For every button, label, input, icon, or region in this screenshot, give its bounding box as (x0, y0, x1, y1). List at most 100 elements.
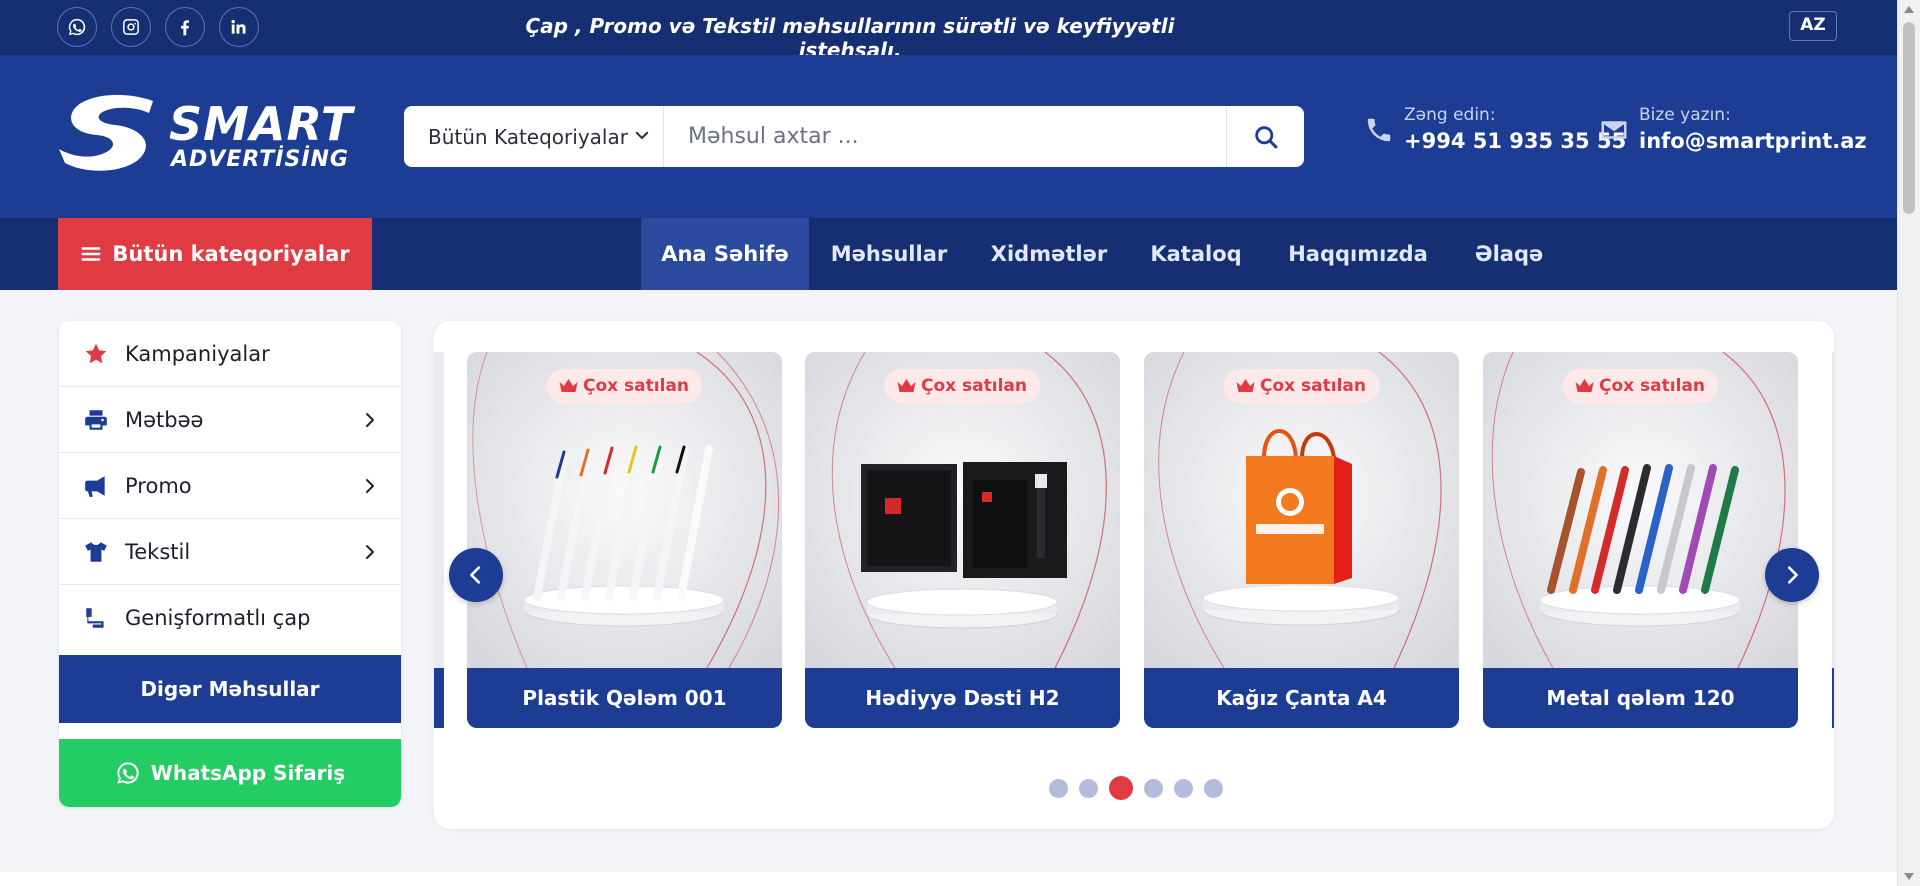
bestseller-badge: Çox satılan (1562, 369, 1719, 403)
facebook-link[interactable] (165, 7, 205, 47)
product-name[interactable]: Kağız Çanta A4 (1144, 668, 1459, 728)
product-card[interactable]: Çox satılan Plastik Qələm 001 (467, 352, 782, 728)
chevron-right-icon (366, 478, 374, 493)
search-category-select[interactable]: Bütün Kateqoriyalar (404, 106, 664, 167)
phone-icon (1367, 118, 1391, 142)
top-bar: Çap , Promo və Tekstil məhsullarının sür… (0, 0, 1897, 62)
search-bar: Bütün Kateqoriyalar (404, 106, 1304, 167)
bestseller-badge: Çox satılan (1223, 369, 1380, 403)
whatsapp-icon (68, 18, 86, 36)
search-category-label: Bütün Kateqoriyalar (428, 124, 628, 149)
sidebar-item-label: Kampaniyalar (125, 341, 270, 366)
chevron-right-icon (366, 412, 374, 427)
linkedin-link[interactable] (219, 7, 259, 47)
hamburger-menu-icon (81, 247, 101, 261)
nav-link-about[interactable]: Haqqımızda (1263, 218, 1453, 290)
megaphone-icon (85, 475, 105, 497)
carousel-dot[interactable] (1174, 778, 1193, 798)
logo-subtitle: ADVERTİSİNG (171, 147, 349, 172)
tshirt-icon (85, 541, 107, 562)
logo-s-mark-icon (59, 94, 153, 171)
search-button[interactable] (1226, 106, 1304, 167)
carousel-pagination (1049, 776, 1223, 800)
sidebar-item-campaigns[interactable]: Kampaniyalar (59, 321, 401, 387)
crown-icon (1575, 379, 1594, 392)
main-nav: Bütün kateqoriyalar Ana Səhifə Məhsullar… (0, 218, 1897, 290)
crown-icon (1236, 379, 1255, 392)
vertical-scrollbar[interactable] (1897, 0, 1920, 886)
instagram-icon (123, 19, 139, 35)
sidebar-item-label: Mətbəə (125, 407, 204, 432)
carousel-prev-button[interactable] (449, 548, 503, 602)
nav-link-services[interactable]: Xidmətlər (969, 218, 1129, 290)
sidebar-item-label: Promo (125, 473, 192, 498)
nav-link-catalog[interactable]: Kataloq (1129, 218, 1263, 290)
whatsapp-link[interactable] (57, 7, 97, 47)
facebook-icon (181, 20, 189, 36)
star-icon (85, 343, 107, 363)
carousel-dot[interactable] (1204, 778, 1223, 798)
nav-link-products[interactable]: Məhsullar (809, 218, 969, 290)
scroll-up-arrow[interactable] (1904, 6, 1914, 13)
bestseller-badge: Çox satılan (884, 369, 1041, 403)
nav-link-contact[interactable]: Əlaqə (1453, 218, 1565, 290)
product-card[interactable]: Çox satılan Kağız Çanta A4 (1144, 352, 1459, 728)
carousel-next-button[interactable] (1765, 548, 1819, 602)
sidebar-item-label: Tekstil (125, 539, 191, 564)
bestseller-carousel: Çox satılan Plastik Qələm 001 Çox satıla… (434, 321, 1834, 829)
product-card[interactable]: Çox satılan Metal qələm 120 (1483, 352, 1798, 728)
phone-label: Zəng edin: (1404, 105, 1496, 125)
sidebar-item-promo[interactable]: Promo (59, 453, 401, 519)
nav-link-home[interactable]: Ana Səhifə (641, 218, 809, 290)
sidebar-item-textile[interactable]: Tekstil (59, 519, 401, 585)
logo[interactable]: SMART ADVERTİSİNG (57, 93, 352, 183)
chevron-right-icon (1787, 566, 1798, 584)
carousel-dot[interactable] (1049, 778, 1068, 798)
bestseller-badge: Çox satılan (546, 369, 703, 403)
bestseller-badge-label: Çox satılan (1260, 376, 1366, 396)
sidebar-item-label: Genişformatlı çap (125, 606, 311, 630)
carousel-edge-card (1832, 352, 1834, 728)
scroll-down-arrow[interactable] (1904, 873, 1914, 880)
carousel-edge-card (434, 352, 444, 728)
crown-icon (897, 379, 916, 392)
scrollbar-thumb[interactable] (1903, 22, 1915, 214)
chevron-left-icon (470, 566, 481, 584)
whatsapp-order-button[interactable]: WhatsApp Sifariş (59, 739, 401, 807)
sidebar-item-wide-format[interactable]: Genişformatlı çap (59, 585, 401, 651)
envelope-icon (1601, 121, 1627, 139)
category-sidebar: Kampaniyalar Mətbəə Promo Tekstil Genişf… (59, 321, 401, 807)
language-switcher[interactable]: AZ (1789, 11, 1837, 41)
email-label: Bize yazın: (1639, 105, 1731, 125)
carousel-dot[interactable] (1144, 778, 1163, 798)
phone-number: +994 51 935 35 55 (1404, 129, 1627, 153)
crown-icon (559, 379, 578, 392)
page: Çap , Promo və Tekstil məhsullarının sür… (0, 0, 1920, 886)
other-products-button[interactable]: Digər Məhsullar (59, 655, 401, 723)
product-name[interactable]: Hədiyyə Dəsti H2 (805, 668, 1120, 728)
product-name[interactable]: Metal qələm 120 (1483, 668, 1798, 728)
header: SMART ADVERTİSİNG Bütün Kateqoriyalar Zə… (0, 55, 1897, 218)
all-categories-button[interactable]: Bütün kateqoriyalar (58, 218, 372, 290)
linkedin-icon (231, 19, 246, 34)
sidebar-item-printing[interactable]: Mətbəə (59, 387, 401, 453)
carousel-dot[interactable] (1079, 778, 1098, 798)
product-card[interactable]: Çox satılan Hədiyyə Dəsti H2 (805, 352, 1120, 728)
chevron-right-icon (366, 544, 374, 559)
paint-roller-icon (86, 608, 104, 628)
all-categories-label: Bütün kateqoriyalar (112, 242, 350, 266)
instagram-link[interactable] (111, 7, 151, 47)
carousel-dot-active[interactable] (1109, 776, 1133, 800)
product-name[interactable]: Plastik Qələm 001 (467, 668, 782, 728)
bestseller-badge-label: Çox satılan (1599, 376, 1705, 396)
bestseller-badge-label: Çox satılan (921, 376, 1027, 396)
search-input[interactable] (670, 106, 1230, 167)
whatsapp-order-label: WhatsApp Sifariş (150, 761, 346, 785)
bestseller-badge-label: Çox satılan (583, 376, 689, 396)
printer-icon (85, 409, 107, 430)
whatsapp-icon (117, 762, 139, 784)
search-icon (1254, 125, 1277, 148)
email-address: info@smartprint.az (1639, 129, 1867, 153)
logo-wordmark: SMART (169, 97, 354, 151)
page-bottom-strip (0, 872, 1897, 886)
